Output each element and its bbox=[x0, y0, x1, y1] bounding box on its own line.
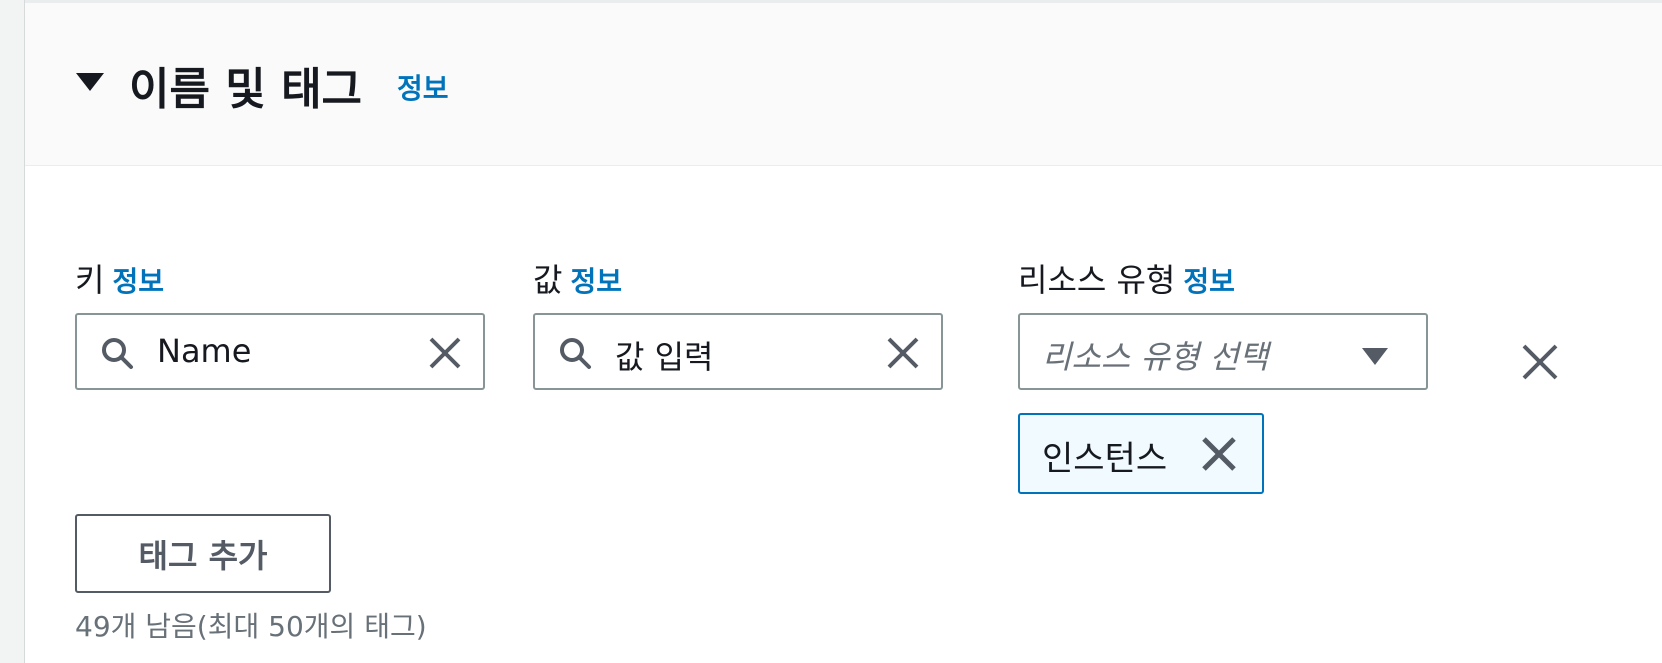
left-border bbox=[0, 0, 25, 663]
clear-key-icon[interactable] bbox=[427, 335, 463, 371]
clear-value-icon[interactable] bbox=[885, 335, 921, 371]
section-title: 이름 및 태그 bbox=[129, 64, 363, 115]
value-input[interactable]: 값 입력 bbox=[533, 313, 943, 390]
remove-token-icon[interactable] bbox=[1200, 435, 1238, 473]
search-icon bbox=[102, 338, 133, 369]
resource-type-label: 리소스 유형 정보 bbox=[1018, 255, 1235, 301]
value-input-value: 값 입력 bbox=[615, 338, 714, 376]
resource-type-placeholder: 리소스 유형 선택 bbox=[1042, 338, 1269, 376]
resource-type-label-text: 리소스 유형 bbox=[1018, 261, 1176, 299]
value-info-link[interactable]: 정보 bbox=[570, 265, 622, 298]
panel-header: 이름 및 태그 정보 bbox=[25, 0, 1662, 166]
resource-type-token: 인스턴스 bbox=[1018, 413, 1264, 494]
key-input[interactable]: Name bbox=[75, 313, 485, 390]
caret-down-icon bbox=[1362, 348, 1388, 365]
key-info-link[interactable]: 정보 bbox=[112, 265, 164, 298]
resource-type-info-link[interactable]: 정보 bbox=[1183, 265, 1235, 298]
tag-limit-hint: 49개 남음(최대 50개의 태그) bbox=[75, 610, 427, 643]
search-icon bbox=[560, 338, 591, 369]
remove-tag-row-icon[interactable] bbox=[1520, 342, 1560, 382]
resource-type-select[interactable]: 리소스 유형 선택 bbox=[1018, 313, 1428, 390]
key-label-text: 키 bbox=[75, 261, 105, 299]
token-label: 인스턴스 bbox=[1042, 439, 1168, 479]
value-label-text: 값 bbox=[533, 261, 563, 299]
key-label: 키 정보 bbox=[75, 255, 164, 301]
section-info-link[interactable]: 정보 bbox=[397, 67, 449, 107]
name-and-tags-panel: 이름 및 태그 정보 키정보 Name 값정보 값 입력 리소스 유형정보 bbox=[25, 0, 1662, 663]
key-input-value: Name bbox=[157, 332, 252, 370]
value-label: 값 정보 bbox=[533, 255, 622, 301]
add-tag-button[interactable]: 태그 추가 bbox=[75, 514, 331, 593]
expand-caret-icon[interactable] bbox=[76, 73, 104, 91]
